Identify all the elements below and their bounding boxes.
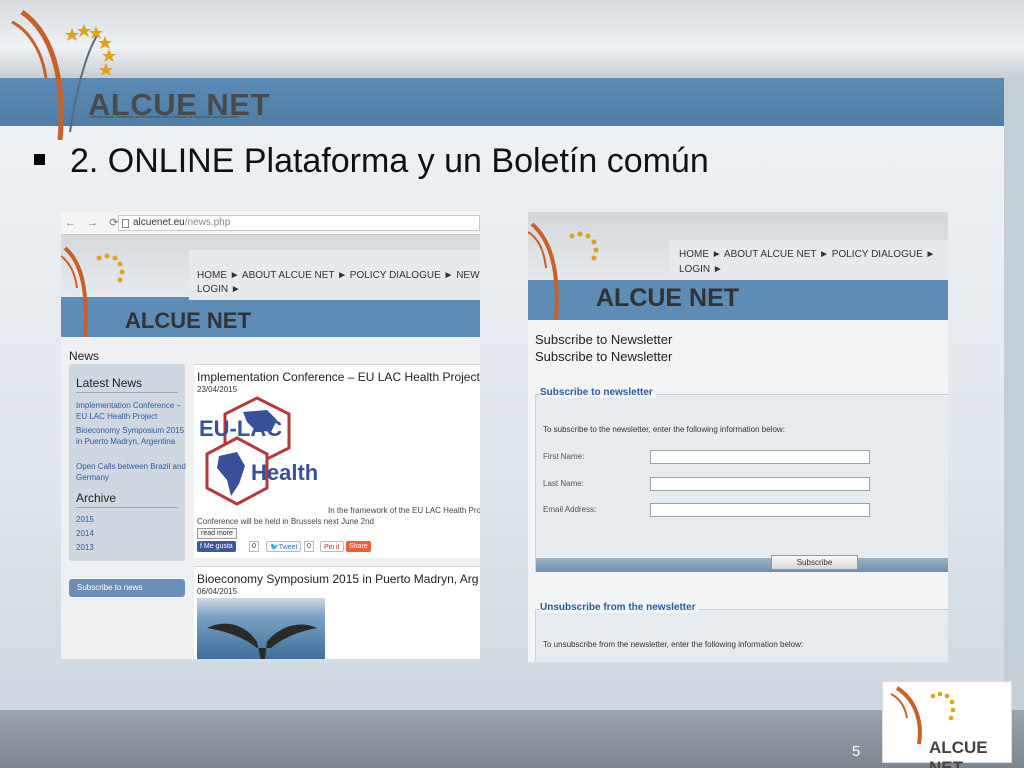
menu-row-main[interactable]: HOME ► ABOUT ALCUE NET ► POLICY DIALOGUE…	[197, 270, 480, 281]
archive-year-link[interactable]: 2013	[76, 542, 186, 553]
divider	[76, 507, 178, 508]
newsletter-page-screenshot: HOME ► ABOUT ALCUE NET ► POLICY DIALOGUE…	[528, 212, 948, 662]
news-page-screenshot: ← → ⟳ alcuenet.eu/news.php ALCUE NET HOM…	[61, 212, 480, 659]
tweet-count: 0	[304, 541, 314, 552]
url-host: alcuenet.eu	[133, 217, 185, 228]
like-label: Me gusta	[203, 543, 233, 550]
article-title[interactable]: Implementation Conference – EU LAC Healt…	[197, 370, 480, 384]
footer-logo: ALCUE NET	[882, 681, 1012, 768]
first-name-field[interactable]	[650, 450, 870, 464]
divider	[76, 392, 178, 393]
slide-page-number: 5	[852, 743, 861, 760]
unsubscribe-instructions: To unsubscribe from the newsletter, ente…	[543, 640, 804, 649]
browser-nav-icons[interactable]: ← → ⟳	[65, 216, 122, 229]
latest-news-heading: Latest News	[76, 376, 143, 390]
email-field[interactable]	[650, 503, 870, 517]
site-menu: HOME ► ABOUT ALCUE NET ► POLICY DIALOGUE…	[189, 250, 480, 300]
site-name: ALCUE NET	[125, 308, 251, 333]
eu-lac-health-image: EU-LAC Health	[197, 396, 325, 506]
subscribe-button[interactable]: Subscribe	[771, 555, 858, 570]
last-name-label: Last Name:	[543, 479, 584, 488]
subscribe-to-news-button[interactable]: Subscribe to news	[69, 579, 185, 597]
article-date: 23/04/2015	[197, 385, 238, 394]
archive-box: Archive 2015 2014 2013	[69, 491, 185, 561]
pin-it-button[interactable]: Pin it	[320, 541, 344, 552]
article-excerpt: Conference will be held in Brussels next…	[197, 517, 374, 526]
site-name: ALCUE NET	[596, 284, 740, 312]
twitter-icon: 🐦	[270, 544, 279, 551]
menu-item-login[interactable]: LOGIN ►	[197, 284, 241, 295]
footer-logo-icon	[890, 686, 956, 744]
slide-footer-band	[0, 710, 1024, 768]
subscribe-legend: Subscribe to newsletter	[540, 387, 656, 398]
latest-news-item[interactable]: Bioeconomy Symposium 2015 in Puerto Madr…	[76, 425, 186, 447]
svg-text:EU-LAC: EU-LAC	[199, 416, 282, 441]
facebook-like-button[interactable]: f Me gusta	[197, 541, 236, 552]
url-path: /news.php	[184, 217, 231, 228]
page-icon	[122, 219, 129, 228]
bullet-icon	[34, 154, 45, 165]
latest-news-item[interactable]: Implementation Conference – EU LAC Healt…	[76, 400, 186, 422]
subscribe-instructions: To subscribe to the newsletter, enter th…	[543, 425, 785, 434]
slide-right-strip	[1004, 78, 1024, 710]
archive-year-link[interactable]: 2014	[76, 528, 186, 539]
address-bar[interactable]: alcuenet.eu/news.php	[118, 215, 480, 231]
latest-news-item[interactable]: Open Calls between Brazil and Germany	[76, 461, 186, 483]
news-sidebar: Latest News Implementation Conference – …	[69, 364, 186, 504]
archive-heading: Archive	[76, 491, 117, 505]
slide-bullet-text: 2. ONLINE Plataforma y un Boletín común	[70, 142, 709, 180]
news-article: Bioeconomy Symposium 2015 in Puerto Madr…	[194, 566, 480, 659]
last-name-field[interactable]	[650, 477, 870, 491]
archive-year-link[interactable]: 2015	[76, 514, 186, 525]
fieldset-footer-bar	[536, 558, 948, 572]
browser-toolbar: ← → ⟳ alcuenet.eu/news.php	[61, 212, 480, 235]
first-name-label: First Name:	[543, 452, 585, 461]
tweet-button[interactable]: 🐦Tweet	[266, 541, 302, 552]
menu-row-main[interactable]: HOME ► ABOUT ALCUE NET ► POLICY DIALOGUE…	[679, 249, 935, 260]
logo-tagline: Latin America, Caribbean and European Un…	[89, 114, 239, 119]
subscribe-fieldset: Subscribe to newsletter To subscribe to …	[535, 387, 948, 572]
menu-item-login[interactable]: LOGIN ►	[679, 264, 723, 275]
article-date: 06/04/2015	[197, 587, 238, 596]
read-more-button[interactable]: read more	[197, 528, 237, 539]
news-article: Implementation Conference – EU LAC Healt…	[194, 364, 480, 558]
svg-text:Health: Health	[251, 460, 318, 485]
tweet-label: Tweet	[278, 544, 298, 551]
footer-logo-text: ALCUE NET	[929, 738, 988, 768]
unsubscribe-fieldset: Unsubscribe from the newsletter To unsub…	[535, 602, 948, 662]
page-subtitle: Subscribe to Newsletter	[535, 349, 673, 364]
share-button[interactable]: Share	[346, 541, 371, 552]
like-count: 0	[249, 541, 259, 552]
email-label: Email Address:	[543, 505, 597, 514]
article-excerpt: In the framework of the EU LAC Health Pr…	[328, 506, 480, 515]
site-menu: HOME ► ABOUT ALCUE NET ► POLICY DIALOGUE…	[669, 240, 948, 284]
article-title[interactable]: Bioeconomy Symposium 2015 in Puerto Madr…	[197, 572, 478, 586]
unsubscribe-legend: Unsubscribe from the newsletter	[540, 602, 699, 613]
page-title: Subscribe to Newsletter	[535, 332, 673, 347]
news-heading: News	[69, 349, 100, 363]
whale-tail-image	[197, 598, 325, 659]
